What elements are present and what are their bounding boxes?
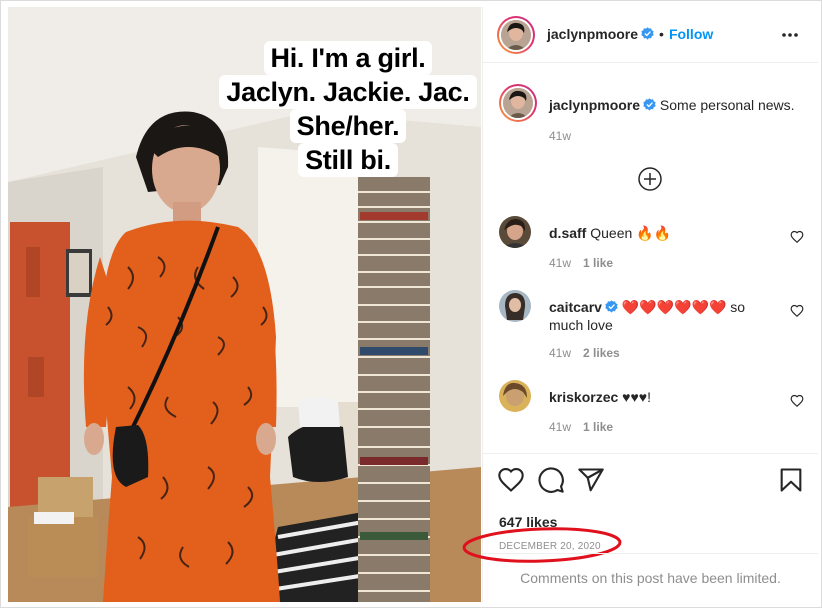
- overlay-line-1: Hi. I'm a girl.: [263, 41, 433, 75]
- more-options-icon[interactable]: [780, 25, 800, 45]
- comment-age[interactable]: 41w: [549, 256, 571, 270]
- comment-text: ♥♥♥!: [622, 389, 651, 405]
- overlay-line-3: She/her.: [289, 109, 407, 143]
- post-photo[interactable]: Hi. I'm a girl. Jaclyn. Jackie. Jac. She…: [8, 7, 481, 602]
- post-sidebar: jaclynpmoore • Follow jaclynpmoore Some pe…: [462, 7, 818, 602]
- comment-age[interactable]: 41w: [549, 346, 571, 360]
- comment-likes[interactable]: 1 like: [583, 420, 613, 434]
- heart-icon[interactable]: [790, 304, 804, 318]
- comment-username[interactable]: kriskorzec: [549, 389, 618, 405]
- author-username[interactable]: jaclynpmoore: [547, 26, 638, 42]
- post-actions: 647 likes DECEMBER 20, 2020: [462, 453, 818, 563]
- verified-badge-icon: [643, 98, 656, 111]
- comment-item: d.saff Queen 🔥🔥 41w 1 like: [499, 216, 804, 276]
- comment-likes[interactable]: 2 likes: [583, 346, 620, 360]
- post-header: jaclynpmoore • Follow: [483, 7, 818, 63]
- load-more-plus-icon[interactable]: [637, 166, 663, 192]
- caption-text: Some personal news.: [659, 97, 795, 113]
- commenter-avatar[interactable]: [499, 380, 531, 412]
- post-caption: jaclynpmoore Some personal news. 41w: [499, 84, 804, 144]
- photo-text-overlay: Hi. I'm a girl. Jaclyn. Jackie. Jac. She…: [208, 41, 481, 177]
- heart-icon[interactable]: [790, 230, 804, 244]
- bookmark-icon[interactable]: [777, 466, 805, 494]
- caption-author-avatar[interactable]: [499, 84, 537, 122]
- comments-limited-notice: Comments on this post have been limited.: [483, 553, 818, 602]
- comment-item: kriskorzec ♥♥♥! 41w 1 like: [499, 380, 804, 440]
- comment-username[interactable]: caitcarv: [549, 299, 602, 315]
- commenter-avatar[interactable]: [499, 290, 531, 322]
- comment-age[interactable]: 41w: [549, 420, 571, 434]
- comments-list[interactable]: jaclynpmoore Some personal news. 41w d.s…: [483, 64, 818, 453]
- share-icon[interactable]: [577, 466, 605, 494]
- overlay-line-4: Still bi.: [298, 143, 398, 177]
- comment-icon[interactable]: [537, 466, 565, 494]
- comment-item: caitcarv ❤️❤️❤️❤️❤️❤️ so much love 41w 2 …: [499, 290, 804, 362]
- verified-badge-icon: [605, 300, 618, 313]
- overlay-line-2: Jaclyn. Jackie. Jac.: [219, 75, 477, 109]
- heart-icon[interactable]: [790, 394, 804, 408]
- follow-button[interactable]: Follow: [669, 26, 713, 42]
- commenter-avatar[interactable]: [499, 216, 531, 248]
- comment-username[interactable]: d.saff: [549, 225, 586, 241]
- like-heart-icon[interactable]: [497, 466, 525, 494]
- author-avatar[interactable]: [497, 16, 535, 54]
- comment-likes[interactable]: 1 like: [583, 256, 613, 270]
- caption-username[interactable]: jaclynpmoore: [549, 97, 640, 113]
- verified-badge-icon: [641, 27, 654, 40]
- comment-text: Queen 🔥🔥: [590, 225, 672, 241]
- caption-age[interactable]: 41w: [549, 129, 571, 143]
- post-dialog: Hi. I'm a girl. Jaclyn. Jackie. Jac. She…: [0, 0, 822, 608]
- header-separator: •: [659, 26, 664, 42]
- book-stack: [358, 177, 430, 602]
